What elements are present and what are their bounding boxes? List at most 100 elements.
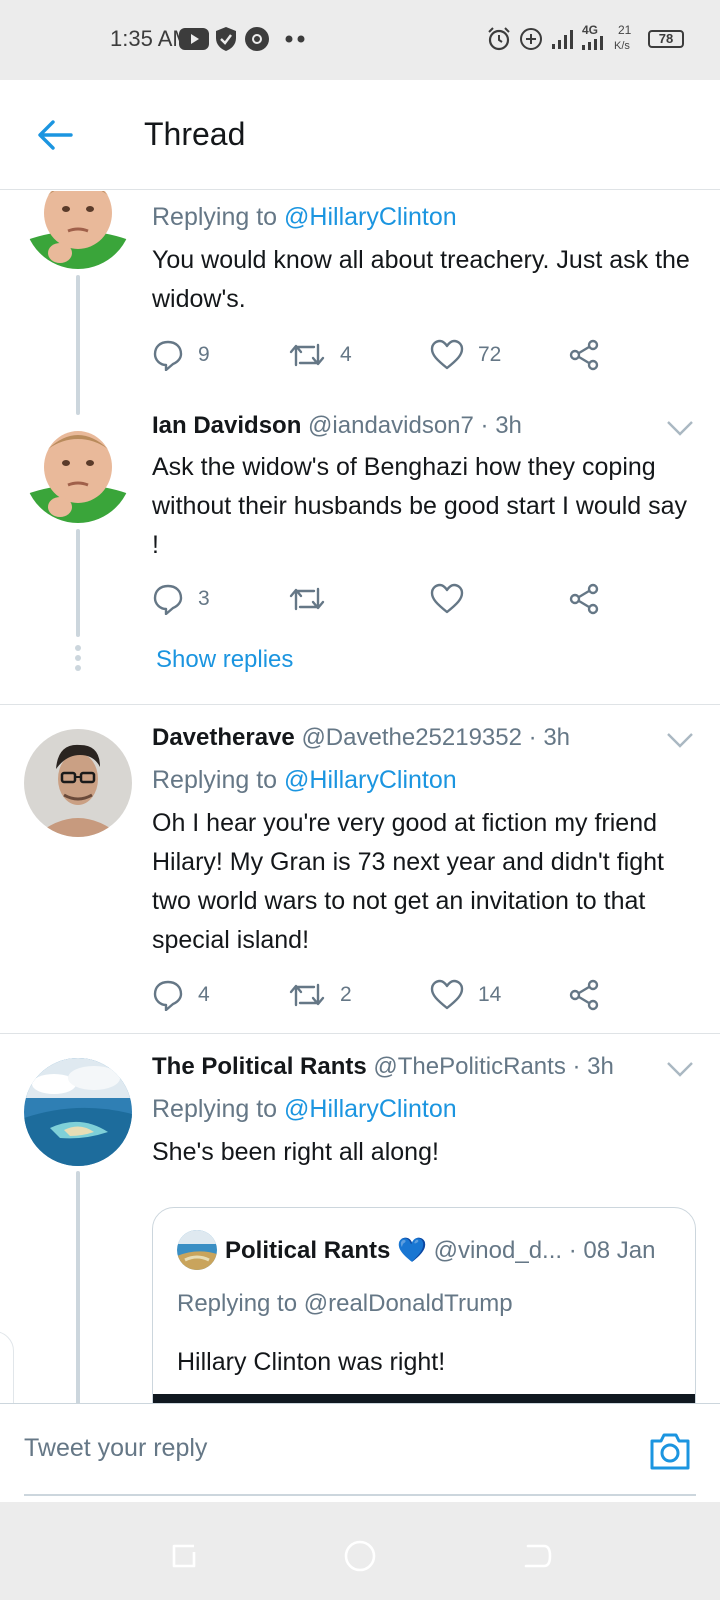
divider — [0, 1033, 720, 1034]
share-icon — [569, 339, 599, 371]
thread-line — [76, 1171, 80, 1403]
network-type: 4G — [582, 23, 599, 37]
retweet-icon — [289, 587, 325, 611]
battery-indicator: 78 — [648, 30, 684, 48]
user-name[interactable]: Davetherave — [152, 724, 295, 751]
heart-icon — [430, 979, 464, 1010]
chevron-down-icon[interactable] — [666, 731, 694, 749]
divider — [0, 704, 720, 705]
system-nav-bar — [0, 1502, 720, 1600]
floating-side-panel[interactable] — [0, 1331, 14, 1403]
avatar[interactable] — [24, 729, 132, 837]
comment-icon — [153, 584, 183, 615]
like-button[interactable] — [430, 579, 478, 619]
tweet-text: Oh I hear you're very good at fiction my… — [152, 809, 664, 954]
reply-button[interactable]: 4 — [152, 975, 210, 1015]
heart-icon — [430, 583, 464, 614]
retweet-count: 2 — [340, 983, 352, 1006]
quoted-replying-to: Replying to @realDonaldTrump — [177, 1290, 513, 1317]
chevron-down-icon[interactable] — [666, 419, 694, 437]
tweet-time: · 3h — [528, 724, 571, 751]
quoted-media[interactable] — [153, 1394, 695, 1403]
reply-input-underline — [24, 1494, 696, 1496]
share-button[interactable] — [568, 975, 600, 1015]
share-button[interactable] — [568, 579, 600, 619]
network-speed-value: 21 — [618, 23, 632, 37]
back-button[interactable] — [30, 112, 80, 158]
mention-link[interactable]: @HillaryClinton — [284, 766, 457, 794]
reply-composer: Tweet your reply — [0, 1403, 720, 1501]
reply-count: 4 — [198, 983, 210, 1006]
replying-to: Replying to @HillaryClinton — [152, 766, 457, 795]
tweet-actions: 3 — [152, 579, 652, 619]
like-button[interactable]: 14 — [430, 975, 501, 1015]
tweet-time: · 3h — [572, 1053, 614, 1080]
battery-level: 78 — [658, 31, 674, 46]
thread-line — [76, 275, 80, 415]
wifi-signal-icon — [552, 30, 573, 49]
camera-icon[interactable] — [648, 1430, 692, 1472]
quoted-avatar — [177, 1230, 217, 1270]
cell-signal-icon — [582, 36, 603, 50]
reply-button[interactable]: 3 — [152, 579, 210, 619]
retweet-button[interactable]: 4 — [288, 335, 352, 375]
status-bar: 1:35 AM 4G 21 K/s 78 — [0, 0, 720, 80]
like-count: 72 — [478, 343, 502, 366]
avatar[interactable] — [24, 415, 132, 523]
tweet-text: Ask the widow's of Benghazi how they cop… — [152, 453, 688, 559]
reply-button[interactable]: 9 — [152, 335, 210, 375]
replying-label: Replying to — [152, 766, 278, 794]
like-count: 14 — [478, 983, 502, 1006]
reply-input[interactable]: Tweet your reply — [24, 1434, 207, 1463]
heart-icon — [430, 339, 464, 370]
arrow-left-icon — [38, 120, 73, 150]
retweet-button[interactable]: 2 — [288, 975, 352, 1015]
shield-icon — [216, 27, 236, 51]
comment-icon — [153, 980, 183, 1011]
app-header: Thread — [0, 80, 720, 190]
thread-dots — [74, 645, 82, 675]
user-handle[interactable]: @iandavidson7 — [308, 412, 474, 439]
retweet-icon — [289, 983, 325, 1007]
recent-apps-icon[interactable] — [166, 1538, 202, 1574]
mention-link[interactable]: @HillaryClinton — [284, 1095, 457, 1123]
home-icon[interactable] — [342, 1538, 378, 1574]
quoted-user-name: Political Rants — [225, 1237, 391, 1264]
share-icon — [569, 979, 599, 1011]
user-handle[interactable]: @Davethe25219352 — [301, 724, 522, 751]
avatar[interactable] — [24, 1058, 132, 1166]
chevron-down-icon[interactable] — [666, 1060, 694, 1078]
like-button[interactable]: 72 — [430, 335, 501, 375]
user-name[interactable]: The Political Rants — [152, 1053, 367, 1080]
tweet-header: The Political Rants @ThePoliticRants · 3… — [152, 1053, 614, 1081]
share-button[interactable] — [568, 335, 600, 375]
more-notifications-icon — [285, 35, 305, 43]
replying-to: Replying to @HillaryClinton — [152, 1095, 457, 1124]
chrome-icon — [245, 27, 269, 51]
tweet-time: · 3h — [480, 412, 522, 439]
page-title: Thread — [144, 116, 246, 152]
tweet-header: Ian Davidson @iandavidson7 · 3h — [152, 412, 522, 440]
reply-count: 9 — [198, 343, 210, 366]
show-replies-link[interactable]: Show replies — [156, 646, 293, 674]
back-nav-icon[interactable] — [518, 1538, 554, 1574]
network-speed-unit: K/s — [614, 40, 630, 52]
replying-label: Replying to — [152, 1095, 278, 1123]
quoted-tweet[interactable]: Political Rants 💙 @vinod_d... · 08 Jan R… — [152, 1207, 696, 1403]
user-name[interactable]: Ian Davidson — [152, 412, 301, 439]
quoted-header: Political Rants 💙 @vinod_d... · 08 Jan — [225, 1236, 655, 1265]
retweet-count: 4 — [340, 343, 352, 366]
tweet-header: Davetherave @Davethe25219352 · 3h — [152, 724, 570, 752]
user-handle[interactable]: @ThePoliticRants — [373, 1053, 565, 1080]
share-icon — [569, 583, 599, 615]
retweet-button[interactable] — [288, 579, 340, 619]
thread-list[interactable]: Replying to @HillaryClinton You would kn… — [0, 191, 720, 1403]
tweet-actions: 9 4 72 — [152, 335, 652, 375]
replying-to: Replying to @HillaryClinton — [152, 203, 457, 232]
quoted-user-handle: @vinod_d... — [433, 1237, 563, 1264]
mention-link[interactable]: @HillaryClinton — [284, 203, 457, 231]
avatar[interactable] — [24, 191, 132, 269]
quoted-tweet-time: · 08 Jan — [568, 1237, 656, 1264]
reply-count: 3 — [198, 587, 210, 610]
quoted-tweet-text: Hillary Clinton was right! — [177, 1348, 446, 1376]
